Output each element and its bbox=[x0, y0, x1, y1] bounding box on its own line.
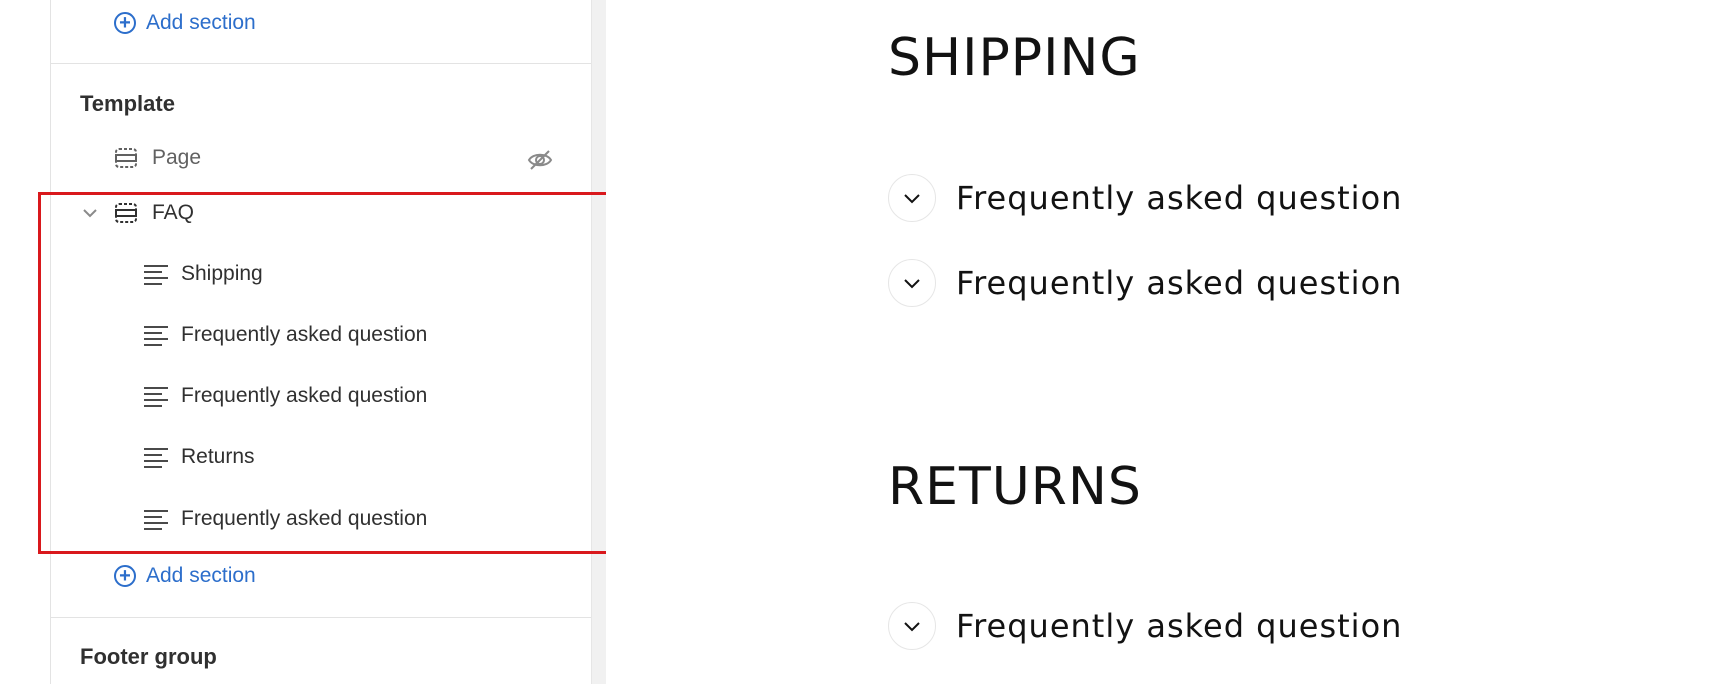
add-section-label: Add section bbox=[146, 564, 256, 587]
add-section-button-header[interactable]: + Add section bbox=[114, 8, 256, 38]
text-block-icon bbox=[143, 507, 169, 531]
footer-group-title: Footer group bbox=[80, 644, 217, 669]
section-icon bbox=[114, 146, 138, 170]
text-block-icon bbox=[143, 262, 169, 286]
divider bbox=[50, 63, 591, 64]
faq-question: Frequently asked question bbox=[956, 264, 1403, 302]
section-item-label: FAQ bbox=[152, 201, 195, 224]
plus-circle-icon: + bbox=[114, 12, 136, 34]
section-item-page[interactable]: Page bbox=[114, 138, 554, 178]
chevron-down-icon[interactable] bbox=[80, 203, 100, 223]
text-block-icon bbox=[143, 384, 169, 408]
block-item-shipping[interactable]: Shipping bbox=[143, 254, 563, 294]
faq-question: Frequently asked question bbox=[956, 607, 1403, 645]
chevron-down-icon[interactable] bbox=[888, 602, 936, 650]
faq-accordion-item[interactable]: Frequently asked question bbox=[888, 173, 1402, 223]
add-section-label: Add section bbox=[146, 11, 256, 34]
block-item-faq[interactable]: Frequently asked question bbox=[143, 376, 563, 416]
faq-question: Frequently asked question bbox=[956, 179, 1403, 217]
block-item-label: Returns bbox=[181, 445, 255, 468]
storefront-preview bbox=[606, 0, 1726, 684]
plus-circle-icon: + bbox=[114, 565, 136, 587]
eye-slash-icon[interactable] bbox=[525, 145, 555, 175]
sidebar-scrollbar[interactable] bbox=[591, 0, 607, 684]
section-item-faq[interactable]: FAQ bbox=[80, 193, 560, 233]
faq-accordion-item[interactable]: Frequently asked question bbox=[888, 258, 1402, 308]
divider bbox=[50, 617, 591, 618]
text-block-icon bbox=[143, 323, 169, 347]
text-block-icon bbox=[143, 445, 169, 469]
block-item-label: Shipping bbox=[181, 262, 263, 285]
block-item-returns[interactable]: Returns bbox=[143, 437, 563, 477]
shipping-heading: SHIPPING bbox=[888, 28, 1141, 88]
block-item-label: Frequently asked question bbox=[181, 507, 428, 530]
chevron-down-icon[interactable] bbox=[888, 259, 936, 307]
block-item-faq[interactable]: Frequently asked question bbox=[143, 499, 563, 539]
theme-editor: + Add section Template Page FAQ Shipping… bbox=[0, 0, 1726, 684]
block-item-label: Frequently asked question bbox=[181, 384, 428, 407]
section-icon bbox=[114, 201, 138, 225]
returns-heading: RETURNS bbox=[888, 457, 1142, 517]
chevron-down-icon[interactable] bbox=[888, 174, 936, 222]
add-section-button-template[interactable]: + Add section bbox=[114, 561, 256, 591]
block-item-label: Frequently asked question bbox=[181, 323, 428, 346]
section-item-label: Page bbox=[152, 146, 202, 169]
template-group-title: Template bbox=[80, 91, 175, 116]
block-item-faq[interactable]: Frequently asked question bbox=[143, 315, 563, 355]
faq-accordion-item[interactable]: Frequently asked question bbox=[888, 601, 1402, 651]
